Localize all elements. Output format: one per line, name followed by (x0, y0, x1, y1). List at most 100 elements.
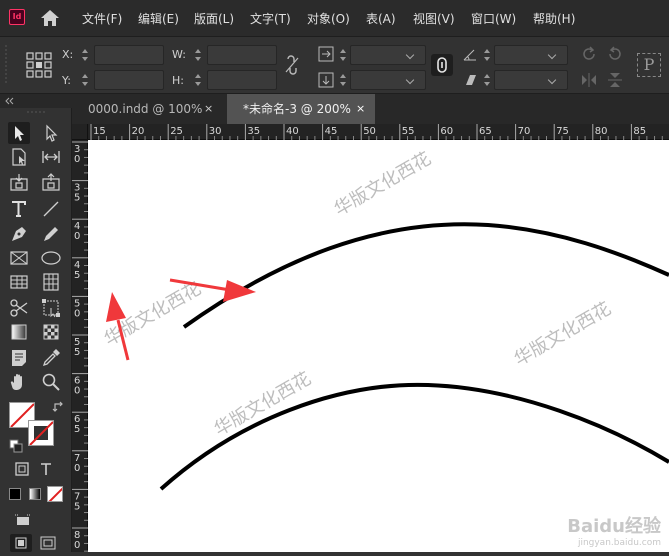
gradient-swatch-tool-icon[interactable] (8, 321, 30, 343)
preview-mode-icon[interactable] (40, 536, 56, 550)
ruler-label: 5 (74, 501, 80, 512)
chevron-down-icon[interactable] (549, 50, 557, 58)
selection-tool-icon[interactable] (8, 122, 30, 144)
gradient-feather-tool-icon[interactable] (40, 321, 62, 343)
direct-selection-tool-icon[interactable] (40, 122, 62, 144)
reference-point-icon[interactable] (25, 51, 53, 79)
tab-untitled-3[interactable]: *未命名-3 @ 200% (227, 94, 375, 124)
menu-help[interactable]: 帮助(H) (533, 10, 575, 27)
default-fill-stroke-icon[interactable] (9, 439, 23, 453)
ruler-label: 25 (170, 126, 183, 137)
chevron-down-icon[interactable] (549, 75, 557, 83)
menu-table[interactable]: 表(A) (366, 10, 396, 27)
menu-file[interactable]: 文件(F) (82, 10, 122, 27)
apply-color-icon[interactable] (9, 488, 21, 500)
formatting-affects-container-icon[interactable] (15, 462, 29, 476)
gap-tool-icon[interactable] (40, 146, 62, 168)
content-collector-tool-icon[interactable] (8, 171, 30, 193)
stroke-swatch[interactable] (28, 420, 54, 446)
close-icon[interactable]: × (356, 94, 365, 124)
page-tool-icon[interactable] (8, 146, 30, 168)
w-field[interactable] (207, 45, 277, 65)
line-tool-icon[interactable] (40, 198, 62, 220)
scale-y-stepper[interactable] (338, 70, 348, 90)
flip-horizontal-icon[interactable] (580, 71, 598, 89)
chevron-down-icon[interactable] (407, 75, 415, 83)
scale-x-field[interactable] (350, 45, 426, 65)
type-tool-icon[interactable] (8, 198, 30, 220)
ruler-label: 85 (633, 126, 646, 137)
constrain-proportions-icon[interactable] (284, 55, 300, 75)
normal-view-button[interactable] (10, 534, 32, 552)
content-placer-tool-icon[interactable] (40, 171, 62, 193)
apply-none-icon[interactable] (47, 486, 63, 502)
menu-window[interactable]: 窗口(W) (471, 10, 516, 27)
menu-object[interactable]: 对象(O) (307, 10, 350, 27)
scale-x-stepper[interactable] (338, 45, 348, 65)
lower-arc-path[interactable] (159, 382, 669, 491)
rectangle-frame-tool-icon[interactable] (8, 247, 30, 269)
panel-grip-icon[interactable] (4, 45, 8, 85)
shear-stepper[interactable] (482, 70, 492, 90)
scale-y-field[interactable] (350, 70, 426, 90)
x-label: X: (62, 48, 74, 61)
rotate-counterclockwise-icon[interactable] (606, 45, 624, 63)
horizontal-ruler[interactable]: 15202530354045505560657075808590 (88, 124, 669, 140)
menu-type[interactable]: 文字(T) (250, 10, 291, 27)
chevron-down-icon[interactable] (407, 50, 415, 58)
ruler-label: 30 (209, 126, 222, 137)
home-icon[interactable] (40, 9, 60, 27)
collapse-icon[interactable] (4, 97, 14, 105)
tab-0000-indd[interactable]: 0000.indd @ 100% (72, 94, 224, 124)
y-stepper[interactable] (80, 70, 90, 90)
flip-vertical-icon[interactable] (606, 71, 624, 89)
document-canvas[interactable]: 华版文化西花 华版文化西花 华版文化西花 华版文化西花 Baidu经验 jing… (88, 140, 669, 552)
grid-tool-icon[interactable] (40, 271, 62, 293)
menu-view[interactable]: 视图(V) (413, 10, 455, 27)
ruler-origin[interactable] (72, 124, 88, 140)
x-stepper[interactable] (80, 45, 90, 65)
note-tool-icon[interactable] (8, 347, 30, 369)
pen-tool-icon[interactable] (8, 223, 30, 245)
panel-grip-icon[interactable] (27, 110, 45, 114)
hand-tool-icon[interactable] (8, 371, 30, 393)
ruler-label: 0 (74, 154, 80, 165)
formatting-affects-text-icon[interactable] (39, 462, 53, 476)
free-transform-tool-icon[interactable] (40, 297, 62, 319)
menu-edit[interactable]: 编辑(E) (138, 10, 179, 27)
vertical-ruler-ticks: 3035404550556065707580 (72, 141, 88, 552)
constrain-scale-button[interactable] (431, 54, 453, 76)
h-stepper[interactable] (193, 70, 203, 90)
apply-gradient-icon[interactable] (29, 488, 41, 500)
scissors-tool-icon[interactable] (8, 297, 30, 319)
rotate-clockwise-icon[interactable] (580, 45, 598, 63)
ruler-label: 0 (74, 231, 80, 242)
link-icon (437, 57, 447, 73)
control-panel: X: Y: W: H: P (0, 36, 669, 94)
rotate-field[interactable] (494, 45, 568, 65)
swap-fill-stroke-icon[interactable] (52, 400, 66, 414)
eyedropper-tool-icon[interactable] (40, 347, 62, 369)
ruler-label: 60 (440, 126, 453, 137)
shear-field[interactable] (494, 70, 568, 90)
table-tool-icon[interactable] (8, 271, 30, 293)
zoom-tool-icon[interactable] (40, 371, 62, 393)
pencil-tool-icon[interactable] (40, 223, 62, 245)
ruler-label: 80 (595, 126, 608, 137)
tools-panel-header (0, 94, 72, 108)
h-field[interactable] (207, 70, 277, 90)
x-field[interactable] (94, 45, 164, 65)
y-field[interactable] (94, 70, 164, 90)
screen-mode-icon[interactable] (14, 514, 32, 526)
ruler-label: 65 (479, 126, 492, 137)
rotate-angle-icon (463, 49, 476, 61)
w-stepper[interactable] (193, 45, 203, 65)
upper-arc-path[interactable] (182, 222, 669, 329)
close-icon[interactable]: × (204, 94, 213, 124)
ruler-label: 15 (93, 126, 106, 137)
ellipse-tool-icon[interactable] (40, 247, 62, 269)
ruler-label: 0 (74, 463, 80, 474)
menu-layout[interactable]: 版面(L) (194, 10, 234, 27)
rotate-stepper[interactable] (482, 45, 492, 65)
vertical-ruler[interactable]: 3035404550556065707580 (72, 140, 88, 552)
